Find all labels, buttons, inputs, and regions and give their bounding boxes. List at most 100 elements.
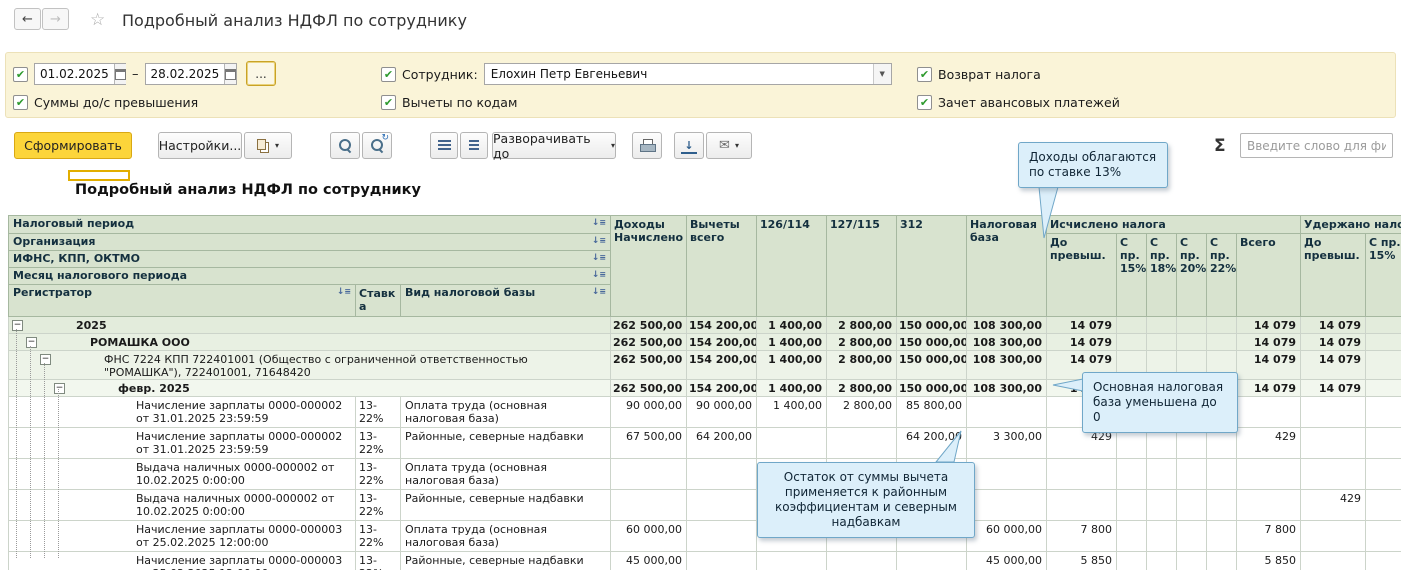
collapse-group-button[interactable]: − — [54, 383, 65, 394]
column-header-tax-base: Налоговая база — [967, 216, 1047, 317]
value-cell: 67 500,00 — [611, 428, 687, 459]
value-cell — [1207, 317, 1237, 334]
value-cell: 14 079 — [1301, 351, 1366, 380]
sum-button[interactable]: Σ — [1214, 136, 1226, 156]
send-email-button[interactable]: ✉ ▾ — [706, 132, 752, 159]
table-row: −РОМАШКА ООО262 500,00154 200,001 400,00… — [9, 334, 1401, 351]
header-label: Организация — [13, 236, 95, 248]
report-body: −2025262 500,00154 200,001 400,002 800,0… — [9, 317, 1401, 570]
expand-groups-button[interactable] — [460, 132, 488, 159]
forward-button[interactable]: → — [42, 8, 69, 30]
value-cell — [1117, 317, 1147, 334]
table-row: −2025262 500,00154 200,001 400,002 800,0… — [9, 317, 1401, 334]
download-icon: ↓ — [684, 140, 693, 151]
report-variants-button[interactable]: ▾ — [244, 132, 292, 159]
collapse-group-button[interactable]: − — [40, 354, 51, 365]
value-cell: 14 079 — [1301, 380, 1366, 397]
value-cell: 14 079 — [1301, 334, 1366, 351]
value-cell — [1366, 490, 1401, 521]
value-cell: 90 000,00 — [611, 397, 687, 428]
employee-select[interactable]: Елохин Петр Евгеньевич ▼ — [484, 63, 892, 85]
sort-icon[interactable]: ↓≡ — [592, 287, 606, 297]
period-separator: – — [132, 67, 139, 82]
callout-tail — [1052, 378, 1084, 392]
header-label: Налоговый период — [13, 218, 134, 230]
value-cell: 108 300,00 — [967, 380, 1047, 397]
group-label-cell: − ФНС 7224 КПП 722401001 (Общество с огра… — [9, 351, 611, 380]
value-cell: 154 200,00 — [687, 334, 757, 351]
column-header-income: Доходы Начислено — [611, 216, 687, 317]
value-cell: 262 500,00 — [611, 317, 687, 334]
value-cell — [1147, 317, 1177, 334]
value-cell — [1366, 459, 1401, 490]
envelope-icon: ✉ — [719, 139, 730, 152]
table-row: Начисление зарплаты 0000-000003 от 25.02… — [9, 552, 1401, 570]
expand-to-button[interactable]: Разворачивать до ▾ — [492, 132, 616, 159]
period-more-button[interactable]: ... — [246, 61, 276, 86]
search-next-button[interactable]: ↻ — [362, 132, 392, 159]
chevron-down-icon[interactable]: ▼ — [873, 64, 891, 84]
deduction-codes-checkbox[interactable]: ✔ — [381, 95, 396, 110]
calendar-button[interactable] — [224, 64, 236, 84]
value-cell: 154 200,00 — [687, 380, 757, 397]
header-label: Вид налоговой базы — [405, 287, 535, 299]
value-cell: 14 079 — [1237, 351, 1301, 380]
base-kind-cell: Оплата труда (основная налоговая база) — [401, 459, 611, 490]
calendar-button[interactable] — [114, 64, 126, 84]
search-button[interactable] — [330, 132, 360, 159]
rate-cell: 13-22% — [356, 397, 401, 428]
save-button[interactable]: ↓ — [674, 132, 704, 159]
column-header-withheld-15: С пр. 15% — [1366, 234, 1401, 317]
group-label-cell: −РОМАШКА ООО — [9, 334, 611, 351]
base-kind-cell: Оплата труда (основная налоговая база) — [401, 521, 611, 552]
period-to-input[interactable]: 28.02.2025 — [145, 63, 237, 85]
period-checkbox[interactable]: ✔ — [13, 67, 28, 82]
back-arrow-icon: ← — [22, 12, 33, 27]
top-bar: ← → ☆ Подробный анализ НДФЛ по сотрудник… — [0, 0, 1401, 48]
value-cell — [1177, 490, 1207, 521]
column-header-calc-total: Всего — [1237, 234, 1301, 317]
calendar-icon — [115, 69, 126, 80]
deduction-codes-filter: ✔ Вычеты по кодам — [381, 90, 517, 114]
value-cell: 7 800 — [1047, 521, 1117, 552]
tree-guide-line — [44, 363, 45, 558]
value-cell: 429 — [1301, 490, 1366, 521]
excess-sums-checkbox[interactable]: ✔ — [13, 95, 28, 110]
print-button[interactable] — [632, 132, 662, 159]
value-cell: 1 400,00 — [757, 317, 827, 334]
value-cell — [687, 490, 757, 521]
collapse-group-button[interactable]: − — [26, 337, 37, 348]
value-cell — [1366, 521, 1401, 552]
employee-checkbox[interactable]: ✔ — [381, 67, 396, 82]
collapse-group-button[interactable]: − — [12, 320, 23, 331]
report-title: Подробный анализ НДФЛ по сотруднику — [75, 182, 421, 198]
filter-input[interactable] — [1240, 133, 1393, 158]
excess-sums-label: Суммы до/с превышения — [34, 95, 198, 110]
registrar-cell: Начисление зарплаты 0000-000003 от 25.02… — [9, 521, 356, 552]
callout-tail — [928, 430, 964, 464]
sort-icon[interactable]: ↓≡ — [592, 218, 606, 228]
advance-offset-checkbox[interactable]: ✔ — [917, 95, 932, 110]
collapse-groups-button[interactable] — [430, 132, 458, 159]
header-organization: Организация ↓≡ — [9, 234, 611, 251]
favorite-star-icon[interactable]: ☆ — [90, 10, 105, 30]
value-cell — [1301, 459, 1366, 490]
chevron-down-icon: ▾ — [735, 141, 739, 150]
sort-icon[interactable]: ↓≡ — [592, 270, 606, 280]
back-button[interactable]: ← — [14, 8, 41, 30]
value-cell — [757, 552, 827, 570]
value-cell: 108 300,00 — [967, 317, 1047, 334]
value-cell — [1147, 334, 1177, 351]
group-label: ФНС 7224 КПП 722401001 (Общество с огран… — [104, 353, 528, 379]
sort-icon[interactable]: ↓≡ — [592, 236, 606, 246]
settings-button[interactable]: Настройки... — [158, 132, 242, 159]
forward-arrow-icon: → — [50, 12, 61, 27]
value-cell — [1301, 552, 1366, 570]
period-from-input[interactable]: 01.02.2025 — [34, 63, 126, 85]
tax-refund-checkbox[interactable]: ✔ — [917, 67, 932, 82]
sort-icon[interactable]: ↓≡ — [592, 253, 606, 263]
header-label: Месяц налогового периода — [13, 270, 187, 282]
sort-icon[interactable]: ↓≡ — [337, 287, 351, 297]
generate-button[interactable]: Сформировать — [14, 132, 132, 159]
value-cell — [827, 428, 897, 459]
